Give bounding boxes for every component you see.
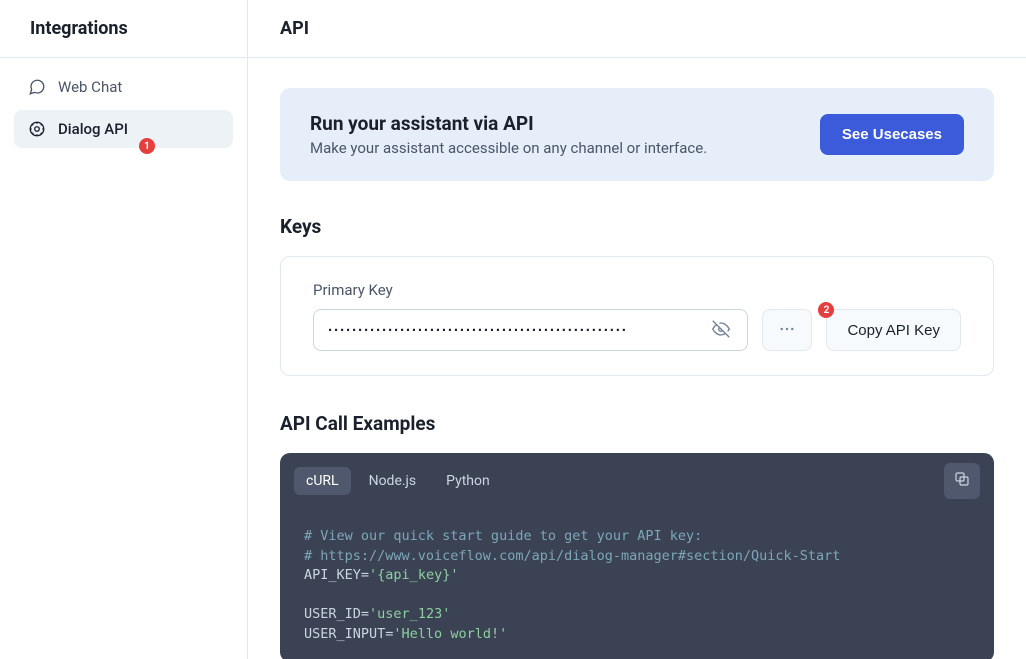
sidebar-item-dialog-api[interactable]: Dialog API 1 [14, 110, 233, 148]
copy-icon [954, 471, 970, 491]
callout-heading: Run your assistant via API [310, 112, 707, 135]
dots-icon [778, 320, 796, 341]
code-op: = [361, 567, 369, 583]
tab-python[interactable]: Python [434, 467, 502, 495]
keys-card: Primary Key 2 Copy [280, 256, 994, 376]
see-usecases-button[interactable]: See Usecases [820, 114, 964, 155]
sidebar-title: Integrations [30, 18, 217, 39]
sidebar-item-label: Web Chat [58, 78, 122, 96]
key-row: 2 Copy API Key [313, 309, 961, 351]
callout-banner: Run your assistant via API Make your ass… [280, 88, 994, 181]
main-panel: API Run your assistant via API Make your… [248, 0, 1026, 659]
code-op: = [361, 606, 369, 622]
api-key-input[interactable] [328, 322, 709, 339]
sidebar-item-badge: 1 [139, 138, 155, 154]
code-comment: # https://www.voiceflow.com/api/dialog-m… [304, 548, 840, 564]
sidebar-items: Web Chat Dialog API 1 [0, 58, 247, 162]
code-var: USER_INPUT [304, 626, 385, 642]
main-header: API [248, 0, 1026, 58]
tab-nodejs[interactable]: Node.js [357, 467, 429, 495]
code-block: cURL Node.js Python # View our quick sta… [280, 453, 994, 659]
examples-heading: API Call Examples [280, 412, 994, 435]
primary-key-label: Primary Key [313, 281, 961, 299]
sidebar-header: Integrations [0, 0, 247, 58]
eye-off-icon [712, 320, 730, 341]
tab-curl[interactable]: cURL [294, 467, 351, 495]
copy-code-button[interactable] [944, 463, 980, 499]
copy-api-key-button[interactable]: Copy API Key [826, 309, 961, 351]
page-title: API [280, 18, 994, 39]
content: Run your assistant via API Make your ass… [248, 58, 1026, 659]
code-body: # View our quick start guide to get your… [280, 509, 994, 659]
callout-text: Run your assistant via API Make your ass… [310, 112, 707, 157]
code-string: 'user_123' [369, 606, 450, 622]
callout-subtext: Make your assistant accessible on any ch… [310, 139, 707, 157]
sidebar: Integrations Web Chat Dialog API 1 [0, 0, 248, 659]
code-tabs: cURL Node.js Python [280, 453, 994, 509]
chat-icon [28, 78, 46, 96]
code-comment: # View our quick start guide to get your… [304, 528, 702, 544]
api-icon [28, 120, 46, 138]
code-var: API_KEY [304, 567, 361, 583]
keys-heading: Keys [280, 215, 994, 238]
copy-key-wrap: 2 Copy API Key [826, 309, 961, 351]
code-string: '{api_key}' [369, 567, 458, 583]
reveal-key-button[interactable] [709, 318, 733, 342]
sidebar-item-web-chat[interactable]: Web Chat [14, 68, 233, 106]
api-key-input-wrap [313, 309, 748, 351]
code-var: USER_ID [304, 606, 361, 622]
sidebar-item-label: Dialog API [58, 120, 128, 138]
more-options-button[interactable] [762, 309, 812, 351]
code-string: 'Hello world!' [393, 626, 507, 642]
